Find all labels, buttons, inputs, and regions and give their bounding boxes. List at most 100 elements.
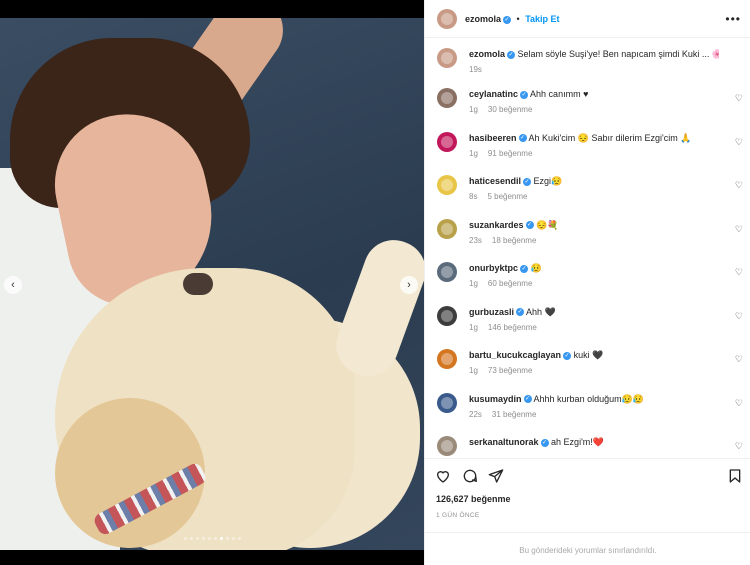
carousel-dot (225, 537, 229, 540)
comment-time: 1g (469, 366, 478, 375)
carousel-dot (237, 537, 241, 540)
heart-icon[interactable] (435, 468, 451, 484)
comment-likes[interactable]: 91 beğenme (488, 149, 532, 158)
post-header: ezomola ✓ • Takip Et ••• (425, 0, 750, 38)
verified-icon: ✓ (507, 50, 516, 59)
author-avatar[interactable] (437, 9, 457, 29)
comment-time: 23s (469, 235, 482, 245)
comment-text: kuki 🖤 (573, 350, 604, 360)
commenter-avatar[interactable] (437, 131, 457, 152)
heart-icon[interactable]: ♡ (735, 267, 743, 278)
verified-icon: ✓ (520, 264, 529, 273)
post-media: ‹ › (0, 0, 424, 565)
comment-likes[interactable]: 31 beğenme (492, 410, 536, 419)
commenter-avatar[interactable] (437, 218, 457, 239)
verified-icon: ✓ (516, 308, 525, 317)
heart-icon[interactable]: ♡ (735, 311, 743, 322)
comment-likes[interactable]: 60 beğenme (488, 279, 532, 288)
posted-time: 1 GÜN ÖNCE (436, 512, 480, 519)
instagram-post-modal: ‹ › ezomola ✓ • Takip Et ••• ezomola ✓ Sel… (0, 0, 750, 565)
post-photo (0, 18, 424, 550)
comment-row: suzankardes ✓ 😔💐 23s 18 beğenme ♡ (425, 214, 750, 254)
carousel-dot (219, 537, 223, 540)
more-options-icon[interactable]: ••• (725, 12, 741, 26)
comments-list[interactable]: ezomola ✓ Selam söyle Suşi'ye! Ben napıca… (425, 38, 750, 458)
comment-likes[interactable]: 5 beğenme (487, 192, 527, 201)
comment-time: 1g (469, 105, 478, 114)
verified-icon: ✓ (540, 438, 549, 447)
verified-icon: ✓ (523, 177, 532, 186)
comment-likes[interactable]: 73 beğenme (488, 366, 532, 375)
comments-limited-notice: Bu gönderideki yorumlar sınırlandırıldı. (425, 532, 750, 565)
commenter-avatar[interactable] (437, 392, 457, 413)
carousel-dot (183, 537, 187, 540)
comment-row: haticesendil ✓ Ezgi😥 8s 5 beğenme ♡ (425, 170, 750, 210)
comment-text: Ahh 🖤 (526, 306, 556, 317)
previous-image-button[interactable]: ‹ (4, 276, 22, 294)
comment-icon[interactable] (462, 468, 478, 484)
verified-icon: ✓ (525, 221, 534, 230)
post-sidebar: ezomola ✓ • Takip Et ••• ezomola ✓ Selam s… (424, 0, 750, 565)
commenter-username[interactable]: ceylanatinc (469, 89, 518, 99)
carousel-dot (189, 537, 193, 540)
commenter-username[interactable]: onurbyktpc (469, 263, 518, 273)
carousel-dot (207, 537, 211, 540)
commenter-username[interactable]: bartu_kucukcaglayan (469, 350, 561, 360)
heart-icon[interactable]: ♡ (735, 441, 743, 452)
commenter-username[interactable]: gurbuzasli (469, 307, 514, 317)
comment-text: Ahh canımm ♥ (530, 89, 589, 99)
author-username[interactable]: ezomola (465, 14, 501, 24)
commenter-avatar[interactable] (437, 305, 457, 326)
heart-icon[interactable]: ♡ (735, 93, 743, 104)
heart-icon[interactable]: ♡ (735, 137, 743, 148)
comment-row: kusumaydin ✓ Ahhh kurban olduğum😥😥 22s 31 b… (425, 388, 750, 428)
comment-time: 1g (469, 322, 478, 332)
commenter-username[interactable]: suzankardes (469, 220, 524, 230)
commenter-avatar[interactable] (437, 349, 457, 369)
verified-icon: ✓ (563, 351, 572, 360)
comment-row: bartu_kucukcaglayan ✓ kuki 🖤 1g 73 beğenme ♡ (425, 344, 750, 384)
bookmark-icon[interactable] (727, 468, 743, 484)
comment-likes[interactable]: 30 beğenme (488, 105, 532, 114)
heart-icon[interactable]: ♡ (735, 398, 743, 409)
caption-text: Selam söyle Suşi'ye! Ben napıcam şimdi K… (517, 49, 719, 59)
verified-icon: ✓ (518, 134, 527, 143)
comment-row: ceylanatinc ✓ Ahh canımm ♥ 1g 30 beğenme ♡ (425, 83, 750, 123)
commenter-avatar[interactable] (437, 262, 457, 282)
comment-time: 8s (469, 192, 478, 201)
comment-text: ah Ezgi'm!❤️ (551, 437, 604, 447)
commenter-username[interactable]: kusumaydin (469, 394, 522, 404)
comment-text: Ah Kuki'cim 😔 Sabır dilerim Ezgi'cim 🙏 (528, 132, 692, 143)
verified-icon: ✓ (523, 395, 532, 404)
commenter-avatar[interactable] (437, 88, 457, 108)
likes-count[interactable]: 126,627 beğenme (436, 494, 511, 504)
paper-plane-icon[interactable] (488, 468, 504, 484)
comment-text: 😥 (530, 263, 542, 273)
comment-text: Ezgi😥 (533, 176, 563, 186)
caption-row: ezomola ✓ Selam söyle Suşi'ye! Ben napıca… (425, 43, 750, 83)
comment-time: 1g (469, 148, 478, 158)
caption-username[interactable]: ezomola (469, 49, 505, 59)
carousel-dot (231, 537, 235, 540)
verified-icon: ✓ (503, 15, 512, 24)
comment-row: gurbuzasli ✓ Ahh 🖤 1g 146 beğenme ♡ (425, 301, 750, 341)
carousel-indicator (0, 537, 424, 540)
action-bar (425, 458, 750, 492)
heart-icon[interactable]: ♡ (735, 354, 743, 365)
commenter-username[interactable]: haticesendil (469, 176, 521, 186)
commenter-avatar[interactable] (437, 436, 457, 456)
commenter-avatar[interactable] (437, 175, 457, 195)
heart-icon[interactable]: ♡ (735, 180, 743, 191)
carousel-dot (213, 537, 217, 540)
comment-likes[interactable]: 146 beğenme (488, 323, 537, 332)
author-avatar[interactable] (437, 48, 457, 68)
comment-text: 😔💐 (536, 219, 559, 230)
commenter-username[interactable]: serkanaltunorak (469, 437, 539, 447)
commenter-username[interactable]: hasibeeren (469, 133, 517, 143)
heart-icon[interactable]: ♡ (735, 224, 743, 235)
comment-likes[interactable]: 18 beğenme (492, 236, 536, 245)
next-image-button[interactable]: › (400, 276, 418, 294)
comment-time: 1g (469, 279, 478, 288)
follow-button[interactable]: Takip Et (525, 14, 559, 24)
caption-time: 19s (469, 65, 482, 74)
